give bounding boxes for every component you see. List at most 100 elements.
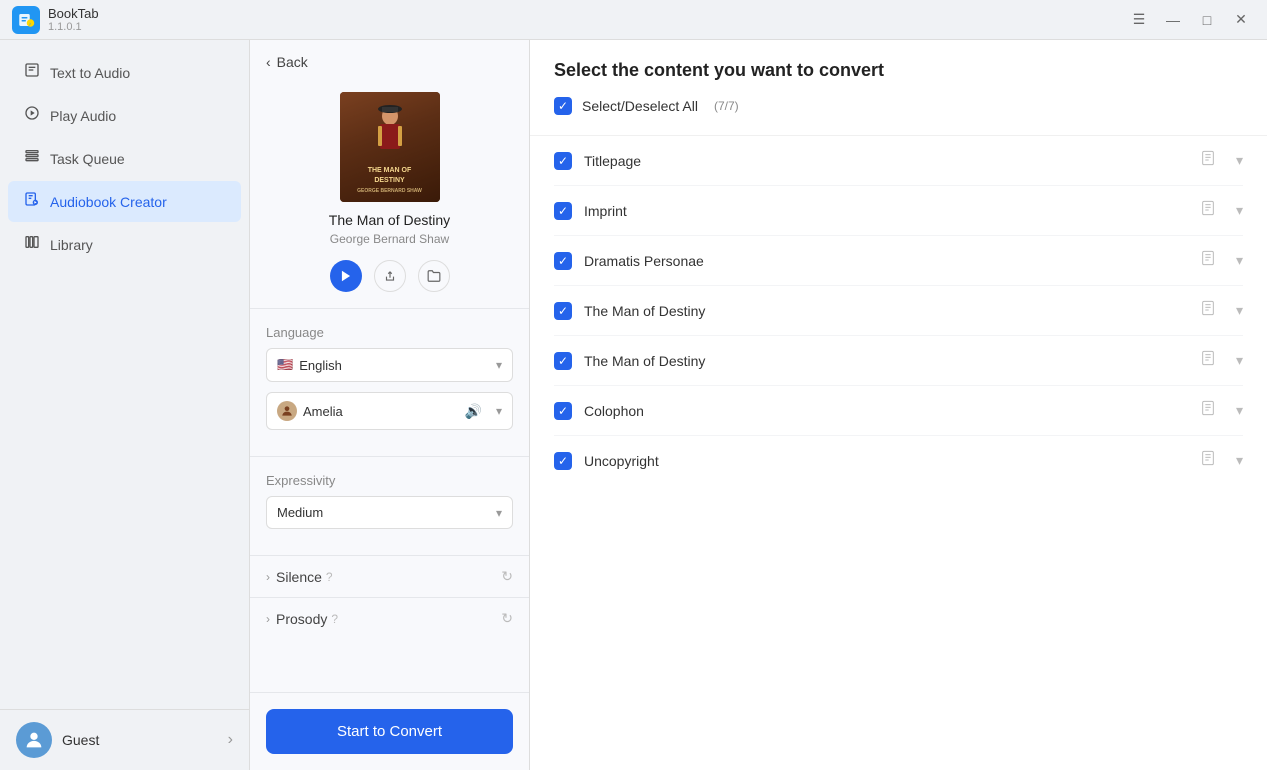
sidebar-label-audiobook-creator: Audiobook Creator [50, 194, 167, 210]
item-doc-icon-2 [1200, 250, 1216, 271]
sidebar-item-library[interactable]: Library [8, 224, 241, 265]
prosody-row[interactable]: › Prosody ? ↻ [250, 597, 529, 639]
item-checkbox-3[interactable]: ✓ [554, 302, 572, 320]
expressivity-label: Expressivity [266, 473, 513, 488]
expressivity-value: Medium [277, 505, 323, 520]
select-all-badge: (7/7) [714, 99, 739, 113]
text-to-audio-icon [24, 62, 40, 83]
voice-avatar [277, 401, 297, 421]
right-panel: Select the content you want to convert ✓… [530, 40, 1267, 770]
select-all-row: ✓ Select/Deselect All (7/7) [554, 97, 1243, 115]
sidebar-label-library: Library [50, 237, 93, 253]
silence-label: Silence [276, 569, 322, 585]
app-name: BookTab [48, 6, 99, 21]
item-expand-icon-6[interactable]: ▾ [1236, 452, 1243, 469]
close-button[interactable]: ✕ [1227, 6, 1255, 34]
silence-help-icon[interactable]: ? [326, 570, 333, 584]
task-queue-icon [24, 148, 40, 169]
prosody-help-icon[interactable]: ? [331, 612, 338, 626]
titlebar-controls: ☰ — □ ✕ [1125, 6, 1255, 34]
item-checkbox-4[interactable]: ✓ [554, 352, 572, 370]
content-item: ✓ Uncopyright ▾ [554, 436, 1243, 485]
item-check-icon-2: ✓ [558, 254, 568, 268]
item-check-icon-6: ✓ [558, 454, 568, 468]
item-check-icon-1: ✓ [558, 204, 568, 218]
book-actions [330, 260, 450, 292]
item-expand-icon-0[interactable]: ▾ [1236, 152, 1243, 169]
prosody-refresh-icon[interactable]: ↻ [501, 610, 513, 627]
user-chevron-icon[interactable]: › [228, 731, 233, 749]
item-expand-icon-5[interactable]: ▾ [1236, 402, 1243, 419]
language-section: Language 🇺🇸 English ▾ Amelia [250, 308, 529, 456]
book-cover: THE MAN OFDESTINY GEORGE BERNARD SHAW [340, 92, 440, 202]
language-label: Language [266, 325, 513, 340]
item-expand-icon-2[interactable]: ▾ [1236, 252, 1243, 269]
menu-button[interactable]: ☰ [1125, 6, 1153, 34]
item-doc-icon-4 [1200, 350, 1216, 371]
content-item: ✓ Titlepage ▾ [554, 136, 1243, 186]
item-checkbox-5[interactable]: ✓ [554, 402, 572, 420]
minimize-button[interactable]: — [1159, 6, 1187, 34]
content-item: ✓ Colophon ▾ [554, 386, 1243, 436]
audiobook-creator-icon [24, 191, 40, 212]
item-check-icon-0: ✓ [558, 154, 568, 168]
silence-refresh-icon[interactable]: ↻ [501, 568, 513, 585]
sidebar-item-audiobook-creator[interactable]: Audiobook Creator [8, 181, 241, 222]
voice-select[interactable]: Amelia 🔊 ▾ [266, 392, 513, 430]
item-check-icon-4: ✓ [558, 354, 568, 368]
titlebar-left: ♪ BookTab 1.1.0.1 [12, 6, 99, 34]
item-doc-icon-6 [1200, 450, 1216, 471]
book-title: The Man of Destiny [329, 212, 450, 228]
item-expand-icon-3[interactable]: ▾ [1236, 302, 1243, 319]
item-label-6: Uncopyright [584, 453, 1188, 469]
expressivity-select-wrapper: Medium ▾ [266, 496, 513, 529]
language-value: English [299, 358, 342, 373]
content-item: ✓ Imprint ▾ [554, 186, 1243, 236]
expressivity-select[interactable]: Medium ▾ [266, 496, 513, 529]
sidebar-nav: Text to Audio Play Audio [0, 40, 249, 709]
silence-row[interactable]: › Silence ? ↻ [250, 555, 529, 597]
item-doc-icon-0 [1200, 150, 1216, 171]
item-checkbox-0[interactable]: ✓ [554, 152, 572, 170]
item-expand-icon-1[interactable]: ▾ [1236, 202, 1243, 219]
maximize-button[interactable]: □ [1193, 6, 1221, 34]
item-checkbox-1[interactable]: ✓ [554, 202, 572, 220]
voice-sound-icon[interactable]: 🔊 [465, 403, 482, 420]
sidebar: Text to Audio Play Audio [0, 40, 250, 770]
user-name: Guest [62, 732, 99, 748]
voice-dropdown-icon: ▾ [496, 404, 502, 418]
sidebar-label-text-to-audio: Text to Audio [50, 65, 130, 81]
item-checkbox-6[interactable]: ✓ [554, 452, 572, 470]
voice-select-wrapper: Amelia 🔊 ▾ [266, 392, 513, 430]
back-button[interactable]: ‹ Back [250, 40, 529, 84]
item-label-3: The Man of Destiny [584, 303, 1188, 319]
content-item: ✓ The Man of Destiny ▾ [554, 336, 1243, 386]
app-icon: ♪ [12, 6, 40, 34]
item-label-2: Dramatis Personae [584, 253, 1188, 269]
play-button[interactable] [330, 260, 362, 292]
item-checkbox-2[interactable]: ✓ [554, 252, 572, 270]
item-label-5: Colophon [584, 403, 1188, 419]
export-button[interactable] [374, 260, 406, 292]
language-select-wrapper: 🇺🇸 English ▾ [266, 348, 513, 382]
voice-name: Amelia [303, 404, 343, 419]
user-info: Guest [16, 722, 99, 758]
sidebar-item-play-audio[interactable]: Play Audio [8, 95, 241, 136]
flag-icon: 🇺🇸 [277, 357, 293, 373]
content-item: ✓ Dramatis Personae ▾ [554, 236, 1243, 286]
select-all-checkbox[interactable]: ✓ [554, 97, 572, 115]
main-layout: Text to Audio Play Audio [0, 40, 1267, 770]
silence-expand-icon: › [266, 570, 270, 584]
library-icon [24, 234, 40, 255]
expressivity-section: Expressivity Medium ▾ [250, 456, 529, 555]
item-expand-icon-4[interactable]: ▾ [1236, 352, 1243, 369]
book-cover-subtitle: GEORGE BERNARD SHAW [340, 188, 440, 195]
convert-button[interactable]: Start to Convert [266, 709, 513, 754]
prosody-expand-icon: › [266, 612, 270, 626]
sidebar-item-text-to-audio[interactable]: Text to Audio [8, 52, 241, 93]
folder-button[interactable] [418, 260, 450, 292]
sidebar-label-task-queue: Task Queue [50, 151, 125, 167]
sidebar-item-task-queue[interactable]: Task Queue [8, 138, 241, 179]
app-version: 1.1.0.1 [48, 21, 99, 33]
language-select[interactable]: 🇺🇸 English ▾ [266, 348, 513, 382]
